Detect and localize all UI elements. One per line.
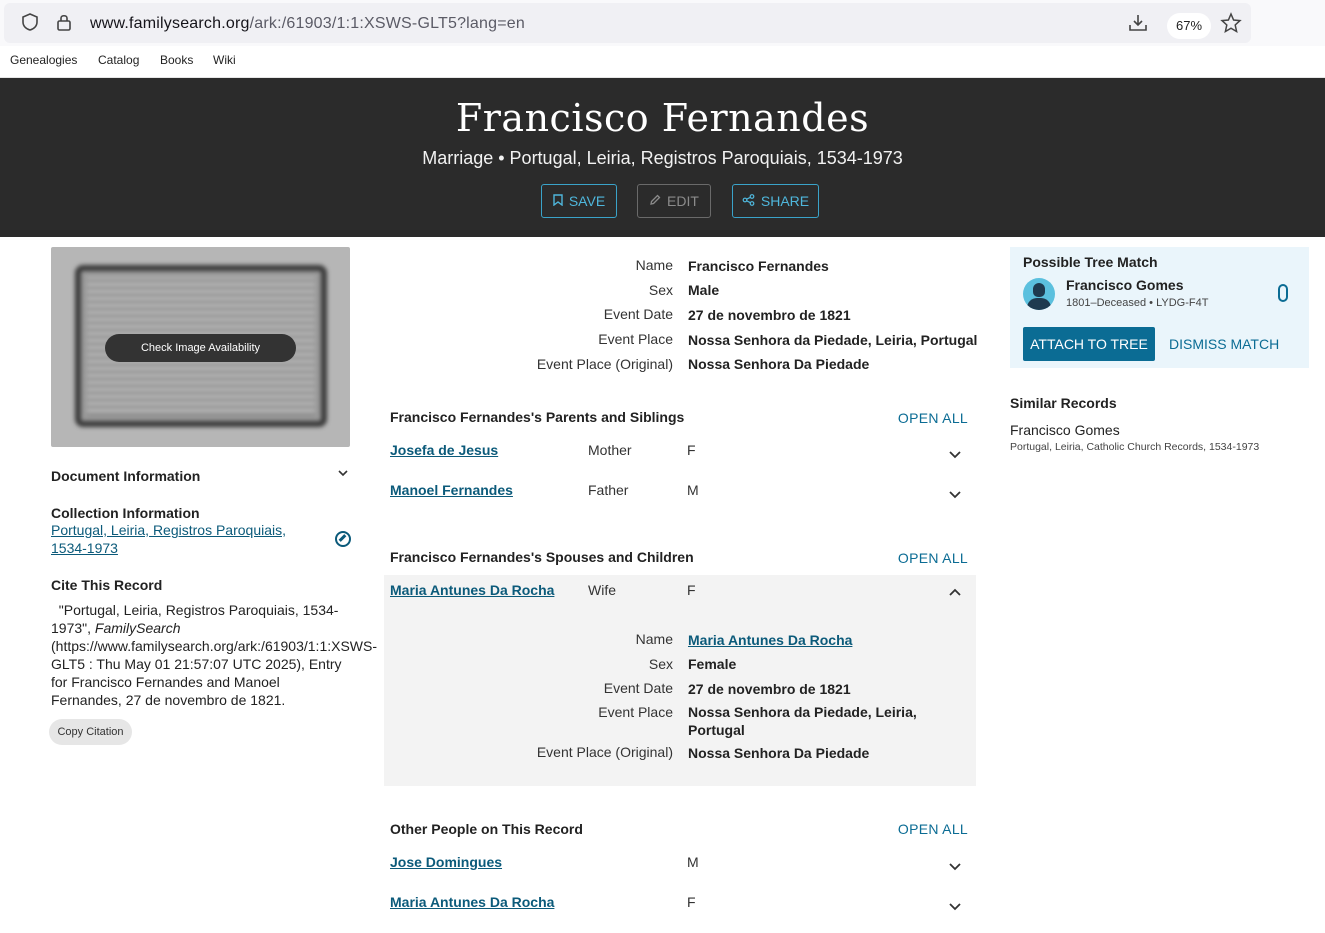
event-place-label: Event Place	[598, 331, 673, 347]
lock-icon[interactable]	[54, 12, 74, 36]
citation-post: (https://www.familysearch.org/ark:/61903…	[51, 638, 378, 708]
expanded-spouse-panel	[384, 575, 976, 786]
copy-citation-button[interactable]: Copy Citation	[49, 719, 132, 745]
chevron-down-icon[interactable]	[948, 900, 962, 915]
person-link-other[interactable]: Maria Antunes Da Rocha	[390, 894, 554, 910]
chevron-down-icon[interactable]	[948, 448, 962, 463]
gender-value: F	[687, 894, 696, 910]
edit-label: EDIT	[667, 193, 699, 209]
gender-value: M	[687, 854, 699, 870]
site-nav: Genealogies Catalog Books Wiki	[0, 46, 1325, 78]
person-link-mother[interactable]: Josefa de Jesus	[390, 442, 498, 458]
spouse-event-date-value: 27 de novembro de 1821	[688, 681, 851, 697]
event-date-label: Event Date	[603, 306, 673, 322]
gender-value: F	[687, 582, 696, 598]
record-image-thumbnail[interactable]: Check Image Availability	[51, 247, 350, 447]
spouse-sex-value: Female	[688, 656, 737, 672]
spouse-name-link[interactable]: Maria Antunes Da Rocha	[688, 632, 852, 648]
person-avatar	[1023, 278, 1055, 310]
similar-records-title: Similar Records	[1010, 395, 1117, 411]
relationship-label: Father	[588, 482, 629, 498]
edit-button[interactable]: EDIT	[637, 184, 711, 218]
collection-information-heading: Collection Information	[51, 505, 200, 521]
name-value: Francisco Fernandes	[688, 258, 829, 274]
relationship-label: Mother	[588, 442, 632, 458]
spouse-name-label: Name	[635, 631, 673, 647]
url-domain: www.familysearch.org	[90, 15, 250, 32]
browser-toolbar: www.familysearch.org/ark:/61903/1:1:XSWS…	[0, 0, 1325, 46]
sex-value: Male	[688, 282, 720, 298]
collection-link[interactable]: Portugal, Leiria, Registros Paroquiais, …	[51, 521, 311, 557]
share-label: SHARE	[760, 193, 810, 209]
record-header: Francisco Fernandes Marriage • Portugal,…	[0, 78, 1325, 237]
parents-siblings-title: Francisco Fernandes's Parents and Siblin…	[390, 409, 685, 425]
share-icon	[742, 186, 755, 218]
paperclip-icon[interactable]	[1278, 284, 1288, 302]
person-link-other[interactable]: Jose Domingues	[390, 854, 502, 870]
spouse-event-place-label: Event Place	[598, 704, 673, 720]
sex-label: Sex	[648, 282, 673, 298]
others-open-all-button[interactable]: OPEN ALL	[898, 821, 968, 837]
shield-icon[interactable]	[20, 12, 40, 36]
zoom-level-badge[interactable]: 67%	[1167, 13, 1211, 39]
chevron-down-icon[interactable]	[948, 488, 962, 503]
nav-books[interactable]: Books	[160, 53, 193, 67]
download-icon[interactable]	[1127, 12, 1149, 38]
url-path: /ark:/61903/1:1:XSWS-GLT5?lang=en	[249, 15, 525, 32]
event-place-original-label: Event Place (Original)	[536, 356, 673, 372]
address-bar[interactable]: www.familysearch.org/ark:/61903/1:1:XSWS…	[4, 3, 1251, 43]
record-subtitle: Marriage • Portugal, Leiria, Registros P…	[422, 148, 903, 168]
save-button[interactable]: SAVE	[541, 184, 617, 218]
similar-record-meta: Portugal, Leiria, Catholic Church Record…	[1010, 441, 1260, 453]
document-information-heading[interactable]: Document Information	[51, 468, 200, 484]
event-place-value: Nossa Senhora da Piedade, Leiria, Portug…	[688, 332, 978, 348]
chevron-up-icon[interactable]	[948, 586, 962, 601]
parents-open-all-button[interactable]: OPEN ALL	[898, 410, 968, 426]
nav-genealogies[interactable]: Genealogies	[10, 53, 77, 67]
spouse-event-place-original-value: Nossa Senhora Da Piedade	[688, 745, 870, 761]
gender-value: F	[687, 442, 696, 458]
pencil-icon	[649, 186, 661, 218]
spouse-event-place-value-line2: Portugal	[688, 722, 745, 738]
save-label: SAVE	[568, 193, 606, 209]
person-link-father[interactable]: Manoel Fernandes	[390, 482, 513, 498]
spouse-event-place-original-label: Event Place (Original)	[536, 744, 673, 760]
name-label: Name	[635, 257, 673, 273]
event-date-value: 27 de novembro de 1821	[688, 307, 851, 323]
attach-to-tree-button[interactable]: ATTACH TO TREE	[1023, 327, 1155, 361]
cite-this-record-heading: Cite This Record	[51, 577, 163, 593]
spouse-sex-label: Sex	[648, 656, 673, 672]
bookmark-icon	[553, 186, 563, 218]
nav-catalog[interactable]: Catalog	[98, 53, 139, 67]
person-link-wife[interactable]: Maria Antunes Da Rocha	[390, 582, 554, 598]
gender-value: M	[687, 482, 699, 498]
event-place-original-value: Nossa Senhora Da Piedade	[688, 356, 870, 372]
check-image-availability-button[interactable]: Check Image Availability	[105, 334, 296, 362]
dismiss-match-button[interactable]: DISMISS MATCH	[1169, 336, 1279, 352]
chevron-down-icon[interactable]	[948, 860, 962, 875]
relationship-label: Wife	[588, 582, 616, 598]
chevron-down-icon[interactable]	[337, 467, 349, 482]
spouses-open-all-button[interactable]: OPEN ALL	[898, 550, 968, 566]
page-title: Francisco Fernandes	[455, 96, 870, 140]
compass-icon[interactable]	[335, 531, 351, 547]
bookmark-star-icon[interactable]	[1220, 12, 1242, 38]
spouse-event-place-value-line1: Nossa Senhora da Piedade, Leiria,	[688, 704, 917, 720]
share-button[interactable]: SHARE	[732, 184, 819, 218]
match-person-meta: 1801–Deceased • LYDG-F4T	[1066, 297, 1209, 309]
similar-record-name[interactable]: Francisco Gomes	[1010, 422, 1120, 438]
other-people-title: Other People on This Record	[390, 821, 583, 837]
possible-tree-match-title: Possible Tree Match	[1023, 254, 1158, 270]
spouse-event-date-label: Event Date	[603, 680, 673, 696]
citation-italic: FamilySearch	[94, 620, 181, 636]
match-person-name[interactable]: Francisco Gomes	[1066, 277, 1184, 293]
spouses-children-title: Francisco Fernandes's Spouses and Childr…	[390, 549, 694, 565]
citation-text: "Portugal, Leiria, Registros Paroquiais,…	[51, 601, 377, 709]
nav-wiki[interactable]: Wiki	[213, 53, 236, 67]
url-text[interactable]: www.familysearch.org/ark:/61903/1:1:XSWS…	[90, 15, 525, 33]
